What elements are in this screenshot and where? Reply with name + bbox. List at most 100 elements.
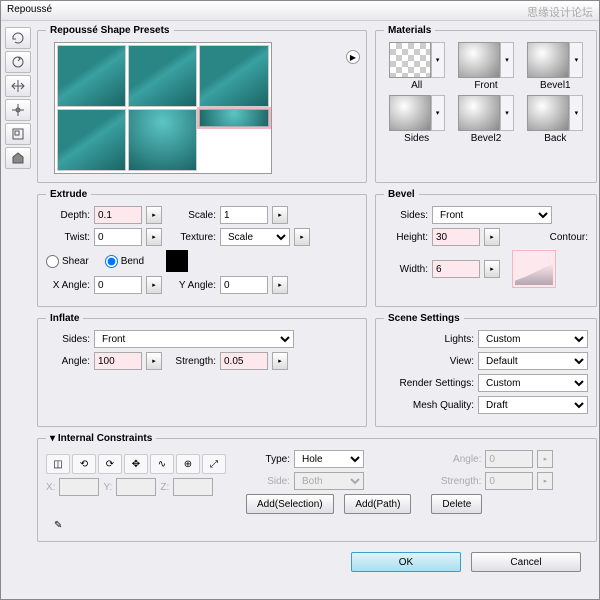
render-select[interactable]: Custom xyxy=(478,374,588,392)
scene-legend: Scene Settings xyxy=(384,313,464,324)
lights-select[interactable]: Custom xyxy=(478,330,588,348)
delete-button[interactable]: Delete xyxy=(431,494,482,514)
home-tool-icon[interactable] xyxy=(5,147,31,169)
bevel-height-spin[interactable]: ▸ xyxy=(484,228,500,246)
material-sides-swatch[interactable] xyxy=(389,95,431,131)
twist-input[interactable] xyxy=(94,228,142,246)
preset-cube1[interactable] xyxy=(57,45,126,107)
preset-cube2[interactable] xyxy=(128,45,197,107)
roll-tool-icon[interactable] xyxy=(5,51,31,73)
view-label: View: xyxy=(384,356,474,367)
ic-angle-label: Angle: xyxy=(431,454,481,465)
pattern-icon[interactable] xyxy=(166,250,188,272)
constraint-curve-icon[interactable]: ∿ xyxy=(150,454,174,474)
constraint-rotate-icon[interactable]: ⟲ xyxy=(72,454,96,474)
material-bevel1-swatch[interactable] xyxy=(527,42,569,78)
bevel-group: Bevel Sides: Front Height: ▸ Contour: Wi… xyxy=(375,189,597,307)
z-label: Z: xyxy=(160,482,169,493)
constraint-anchor-icon[interactable]: ⊕ xyxy=(176,454,200,474)
inflate-group: Inflate Sides: Front Angle: ▸ Strength: … xyxy=(37,313,367,427)
slide-tool-icon[interactable] xyxy=(5,99,31,121)
material-back-swatch[interactable] xyxy=(527,95,569,131)
xangle-spin[interactable]: ▸ xyxy=(146,276,162,294)
pan-tool-icon[interactable] xyxy=(5,75,31,97)
presets-grid xyxy=(54,42,272,174)
material-front-swatch[interactable] xyxy=(458,42,500,78)
type-label: Type: xyxy=(246,454,290,465)
ok-button[interactable]: OK xyxy=(351,552,461,572)
twist-label: Twist: xyxy=(46,232,90,243)
x-label: X: xyxy=(46,482,55,493)
inflate-angle-spin[interactable]: ▸ xyxy=(146,352,162,370)
constraint-cube-icon[interactable]: ◫ xyxy=(46,454,70,474)
bevel-sides-select[interactable]: Front xyxy=(432,206,552,224)
presets-flyout-icon[interactable]: ▶ xyxy=(346,50,360,64)
constraint-roll-icon[interactable]: ⟳ xyxy=(98,454,122,474)
x-input xyxy=(59,478,99,496)
repousse-dialog: Repoussé 思缘设计论坛 Repoussé Shape Presets ▶ xyxy=(0,0,600,600)
shear-radio[interactable]: Shear xyxy=(46,255,89,268)
material-bevel2-menu[interactable]: ▾ xyxy=(500,95,514,131)
preset-cube3[interactable] xyxy=(199,45,269,107)
rotate-tool-icon[interactable] xyxy=(5,27,31,49)
mesh-select[interactable]: Draft xyxy=(478,396,588,414)
xangle-input[interactable] xyxy=(94,276,142,294)
inflate-strength-spin[interactable]: ▸ xyxy=(272,352,288,370)
materials-group: Materials ▾All ▾Front ▾Bevel1 ▾Sides ▾Be… xyxy=(375,25,597,183)
yangle-spin[interactable]: ▸ xyxy=(272,276,288,294)
inflate-angle-input[interactable] xyxy=(94,352,142,370)
depth-input[interactable] xyxy=(94,206,142,224)
scale-spin[interactable]: ▸ xyxy=(272,206,288,224)
preset-cone1[interactable] xyxy=(128,109,197,171)
mat-label: Back xyxy=(544,133,566,144)
xangle-label: X Angle: xyxy=(46,280,90,291)
yangle-input[interactable] xyxy=(220,276,268,294)
y-input xyxy=(116,478,156,496)
texture-select[interactable]: Scale xyxy=(220,228,290,246)
bend-radio[interactable]: Bend xyxy=(105,255,144,268)
bevel-width-spin[interactable]: ▸ xyxy=(484,260,500,278)
eraser-icon[interactable]: ✎ xyxy=(54,520,62,531)
extrude-group: Extrude Depth: ▸ Scale: ▸ Twist: ▸ Textu… xyxy=(37,189,367,307)
material-back-menu[interactable]: ▾ xyxy=(569,95,583,131)
constraint-move-icon[interactable]: ✥ xyxy=(124,454,148,474)
add-selection-button[interactable]: Add(Selection) xyxy=(246,494,334,514)
preset-cone2[interactable] xyxy=(199,109,269,127)
preset-cube4[interactable] xyxy=(57,109,126,171)
material-all-swatch[interactable] xyxy=(389,42,431,78)
view-select[interactable]: Default xyxy=(478,352,588,370)
texture-spin[interactable]: ▸ xyxy=(294,228,310,246)
scale-tool-icon[interactable] xyxy=(5,123,31,145)
scale-input[interactable] xyxy=(220,206,268,224)
material-all-menu[interactable]: ▾ xyxy=(431,42,445,78)
inflate-sides-select[interactable]: Front xyxy=(94,330,294,348)
bevel-height-label: Height: xyxy=(384,232,428,243)
titlebar: Repoussé 思缘设计论坛 xyxy=(1,1,599,21)
twist-spin[interactable]: ▸ xyxy=(146,228,162,246)
depth-label: Depth: xyxy=(46,210,90,221)
bevel-legend: Bevel xyxy=(384,189,419,200)
inflate-strength-label: Strength: xyxy=(166,356,216,367)
material-front-menu[interactable]: ▾ xyxy=(500,42,514,78)
mat-label: Sides xyxy=(404,133,429,144)
side-label: Side: xyxy=(246,476,290,487)
material-sides-menu[interactable]: ▾ xyxy=(431,95,445,131)
contour-label: Contour: xyxy=(550,232,588,243)
bevel-width-label: Width: xyxy=(384,264,428,275)
depth-spin[interactable]: ▸ xyxy=(146,206,162,224)
material-bevel1-menu[interactable]: ▾ xyxy=(569,42,583,78)
bevel-width-input[interactable] xyxy=(432,260,480,278)
internal-constraints-group: ▾ Internal Constraints ◫ ⟲ ⟳ ✥ ∿ ⊕ ⤢ xyxy=(37,433,597,542)
contour-preview[interactable] xyxy=(512,250,556,288)
type-select[interactable]: Hole xyxy=(294,450,364,468)
bevel-height-input[interactable] xyxy=(432,228,480,246)
add-path-button[interactable]: Add(Path) xyxy=(344,494,411,514)
internal-legend: ▾ Internal Constraints xyxy=(46,433,156,444)
inflate-angle-label: Angle: xyxy=(46,356,90,367)
cancel-button[interactable]: Cancel xyxy=(471,552,581,572)
shape-presets-group: Repoussé Shape Presets ▶ xyxy=(37,25,367,183)
inflate-strength-input[interactable] xyxy=(220,352,268,370)
inflate-sides-label: Sides: xyxy=(46,334,90,345)
material-bevel2-swatch[interactable] xyxy=(458,95,500,131)
constraint-scale-icon[interactable]: ⤢ xyxy=(202,454,226,474)
